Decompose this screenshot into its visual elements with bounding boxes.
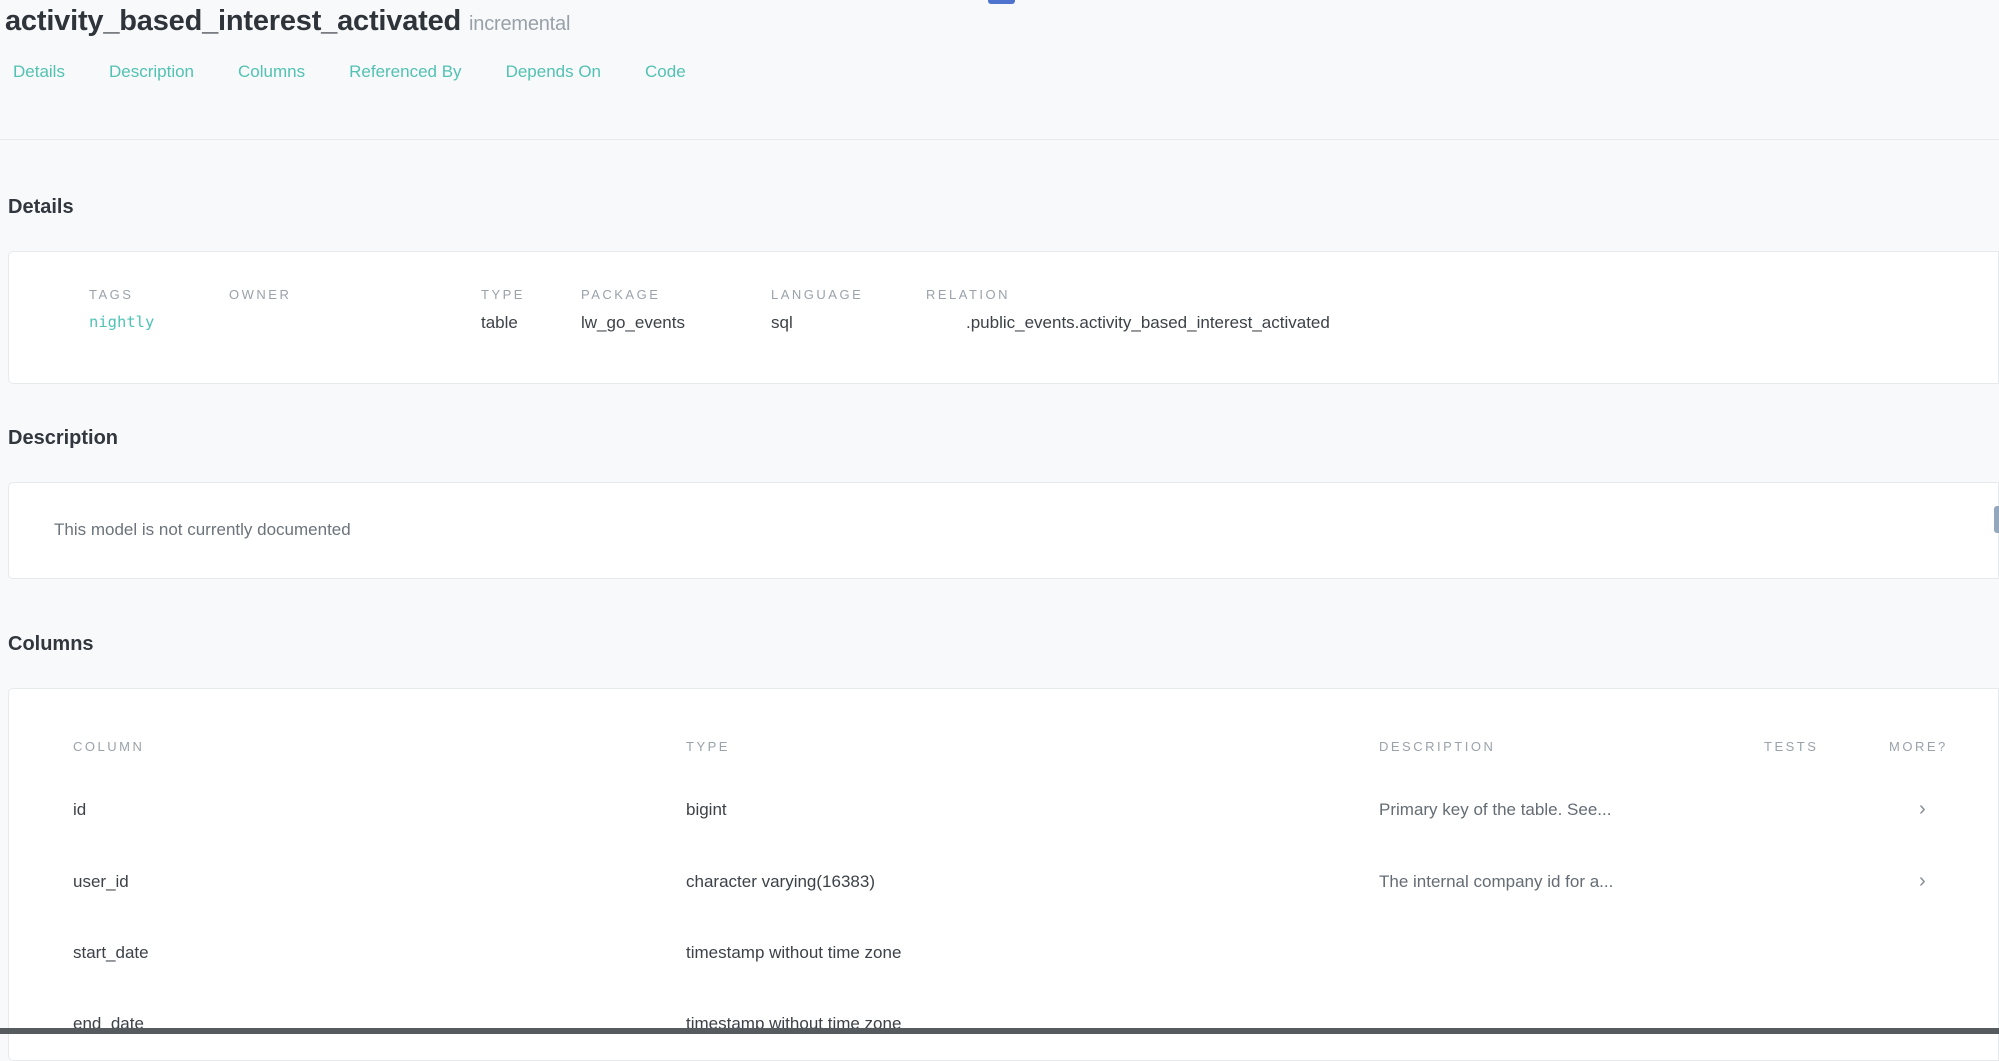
cell-column-name: user_id <box>9 846 686 918</box>
description-section: Description This model is not currently … <box>0 384 1999 579</box>
cell-column-description: The internal company id for a... <box>1379 846 1764 918</box>
details-card: TAGS nightly OWNER TYPE table PACKAGE lw… <box>8 251 1999 384</box>
field-language: LANGUAGE sql <box>771 287 926 333</box>
clipped-link-fragment-top <box>988 0 1015 4</box>
field-value-language: sql <box>771 313 926 333</box>
nav-link-columns[interactable]: Columns <box>238 62 305 82</box>
cell-column-tests <box>1764 989 1889 1060</box>
col-header-more: MORE? <box>1889 709 1998 774</box>
field-label-relation: RELATION <box>926 287 1998 302</box>
columns-section: Columns COLUMN TYPE DESCRIPTION TESTS MO… <box>0 579 1999 1061</box>
page-title: activity_based_interest_activated <box>5 5 461 37</box>
cell-column-name: id <box>9 774 686 846</box>
field-label-language: LANGUAGE <box>771 287 926 302</box>
columns-heading: Columns <box>8 579 1999 656</box>
cell-column-type: character varying(16383) <box>686 846 1379 918</box>
description-text: This model is not currently documented <box>54 520 1998 540</box>
cell-column-type: timestamp without time zone <box>686 989 1379 1060</box>
cell-column-tests <box>1764 918 1889 989</box>
field-type: TYPE table <box>481 287 581 333</box>
nav-link-depends-on[interactable]: Depends On <box>506 62 601 82</box>
nav-link-description[interactable]: Description <box>109 62 194 82</box>
chevron-right-icon[interactable]: › <box>1919 798 1926 820</box>
field-label-package: PACKAGE <box>581 287 771 302</box>
field-value-type: table <box>481 313 581 333</box>
table-row-end-date[interactable]: end_date timestamp without time zone <box>9 989 1998 1060</box>
col-header-column: COLUMN <box>9 709 686 774</box>
col-header-description: DESCRIPTION <box>1379 709 1764 774</box>
cell-column-name: start_date <box>9 918 686 989</box>
field-package: PACKAGE lw_go_events <box>581 287 771 333</box>
table-row-start-date[interactable]: start_date timestamp without time zone <box>9 918 1998 989</box>
details-section: Details TAGS nightly OWNER TYPE table PA… <box>0 140 1999 384</box>
field-value-owner <box>229 313 481 333</box>
chevron-right-icon[interactable]: › <box>1919 870 1926 892</box>
details-heading: Details <box>8 140 1999 219</box>
materialization-badge: incremental <box>469 13 570 35</box>
field-label-owner: OWNER <box>229 287 481 302</box>
table-row-id[interactable]: id bigint Primary key of the table. See.… <box>9 774 1998 846</box>
field-label-tags: TAGS <box>89 287 229 302</box>
columns-card: COLUMN TYPE DESCRIPTION TESTS MORE? id b… <box>8 688 1999 1061</box>
col-header-type: TYPE <box>686 709 1379 774</box>
nav-link-code[interactable]: Code <box>645 62 686 82</box>
cell-column-tests <box>1764 846 1889 918</box>
window-bottom-edge <box>0 1028 1999 1034</box>
cell-column-description <box>1379 918 1764 989</box>
details-fields: TAGS nightly OWNER TYPE table PACKAGE lw… <box>89 287 1998 333</box>
col-header-tests: TESTS <box>1764 709 1889 774</box>
description-heading: Description <box>8 384 1999 450</box>
tag-nightly[interactable]: nightly <box>89 313 229 333</box>
description-card: This model is not currently documented <box>8 482 1999 579</box>
nav-link-referenced-by[interactable]: Referenced By <box>349 62 461 82</box>
anchor-nav: Details Description Columns Referenced B… <box>5 62 1999 82</box>
page-title-row: activity_based_interest_activated increme… <box>5 5 1999 38</box>
field-owner: OWNER <box>229 287 481 333</box>
columns-table-header-row: COLUMN TYPE DESCRIPTION TESTS MORE? <box>9 709 1998 774</box>
field-value-relation: .public_events.activity_based_interest_a… <box>926 313 1998 333</box>
field-label-type: TYPE <box>481 287 581 302</box>
cell-column-type: timestamp without time zone <box>686 918 1379 989</box>
cell-column-description <box>1379 989 1764 1060</box>
nav-link-details[interactable]: Details <box>13 62 65 82</box>
field-value-package: lw_go_events <box>581 313 771 333</box>
cell-column-name: end_date <box>9 989 686 1060</box>
cell-column-tests <box>1764 774 1889 846</box>
field-relation: RELATION .public_events.activity_based_i… <box>926 287 1998 333</box>
field-tags: TAGS nightly <box>89 287 229 333</box>
table-row-user-id[interactable]: user_id character varying(16383) The int… <box>9 846 1998 918</box>
clipped-button-fragment-right[interactable] <box>1994 506 1999 533</box>
cell-column-type: bigint <box>686 774 1379 846</box>
columns-table: COLUMN TYPE DESCRIPTION TESTS MORE? id b… <box>9 709 1998 1060</box>
model-header: activity_based_interest_activated increme… <box>0 0 1999 82</box>
cell-column-description: Primary key of the table. See... <box>1379 774 1764 846</box>
